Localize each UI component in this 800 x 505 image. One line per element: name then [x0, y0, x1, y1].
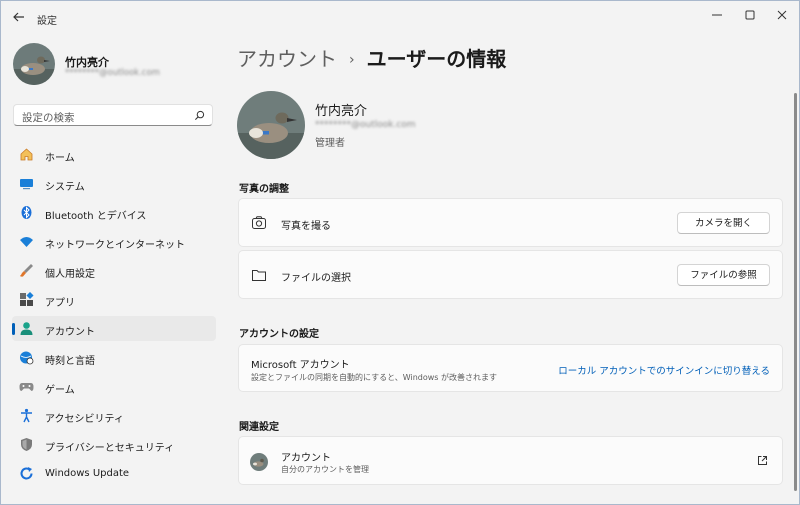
window-title: 設定	[37, 16, 57, 27]
sidebar-item-label: Windows Update	[45, 468, 130, 479]
back-arrow-icon[interactable]	[11, 9, 27, 25]
search-icon[interactable]	[194, 110, 205, 121]
user-email: ********@outlook.com	[315, 120, 416, 130]
sidebar-item-time-language[interactable]: 時刻と言語	[12, 345, 216, 370]
sidebar-item-bluetooth[interactable]: Bluetooth とデバイス	[12, 200, 216, 225]
sidebar-item-privacy[interactable]: プライバシーとセキュリティ	[12, 432, 216, 457]
search-input[interactable]: 設定の検索	[13, 104, 213, 126]
choose-file-label: ファイルの選択	[281, 273, 351, 284]
related-account-subtitle: 自分のアカウントを管理	[281, 465, 369, 474]
account-section-heading: アカウントの設定	[239, 329, 319, 340]
microsoft-account-card: Microsoft アカウント 設定とファイルの同期を自動的にすると、Windo…	[238, 344, 783, 392]
choose-file-card: ファイルの選択 ファイルの参照	[238, 250, 783, 299]
apps-icon	[19, 292, 34, 307]
microsoft-account-title: Microsoft アカウント	[251, 360, 350, 371]
sidebar-item-personalization[interactable]: 個人用設定	[12, 258, 216, 283]
close-button[interactable]	[765, 1, 799, 29]
breadcrumb-separator: ›	[349, 52, 355, 68]
minimize-icon	[712, 14, 722, 16]
globe-clock-icon	[19, 350, 34, 365]
sidebar-item-apps[interactable]: アプリ	[12, 287, 216, 312]
close-icon	[777, 10, 787, 20]
brush-icon	[19, 263, 34, 278]
scrollbar[interactable]	[794, 93, 797, 491]
settings-window: 設定 竹内亮介 ********@outlook.com 設定の検索 ホーム シ…	[0, 0, 800, 505]
duck-avatar-icon	[237, 91, 305, 159]
photo-section-heading: 写真の調整	[239, 184, 289, 195]
sidebar-item-label: 個人用設定	[45, 269, 95, 280]
sidebar-item-label: アカウント	[45, 327, 95, 338]
search-placeholder: 設定の検索	[22, 112, 75, 124]
breadcrumb: アカウント › ユーザーの情報	[237, 43, 506, 72]
wifi-icon	[19, 234, 34, 249]
bluetooth-icon	[19, 205, 34, 220]
system-icon	[19, 176, 34, 191]
related-account-title: アカウント	[281, 453, 331, 464]
sidebar-item-label: ネットワークとインターネット	[45, 240, 185, 251]
profile-email: ********@outlook.com	[65, 68, 160, 78]
sidebar-item-label: アクセシビリティ	[45, 414, 124, 425]
sidebar-item-label: Bluetooth とデバイス	[45, 211, 147, 222]
user-role: 管理者	[315, 138, 345, 149]
gamepad-icon	[19, 379, 34, 394]
sidebar-item-label: ゲーム	[45, 385, 75, 396]
page-title: ユーザーの情報	[366, 47, 507, 71]
take-photo-label: 写真を撮る	[281, 221, 331, 232]
maximize-icon	[745, 10, 755, 20]
update-icon	[19, 466, 34, 481]
sidebar-item-label: アプリ	[45, 298, 75, 309]
home-icon	[19, 147, 34, 162]
maximize-button[interactable]	[733, 1, 767, 29]
duck-avatar-icon	[13, 43, 55, 85]
user-avatar	[237, 91, 305, 159]
title-bar: 設定	[1, 1, 799, 33]
sidebar-item-label: システム	[45, 182, 85, 193]
sidebar-item-network[interactable]: ネットワークとインターネット	[12, 229, 216, 254]
browse-files-button[interactable]: ファイルの参照	[677, 264, 770, 286]
breadcrumb-parent[interactable]: アカウント	[237, 47, 337, 71]
sidebar-item-accounts[interactable]: アカウント	[12, 316, 216, 341]
microsoft-account-subtitle: 設定とファイルの同期を自動的にすると、Windows が改善されます	[251, 373, 498, 382]
related-account-card[interactable]: アカウント 自分のアカウントを管理	[238, 436, 783, 485]
related-section-heading: 関連設定	[239, 422, 279, 433]
sidebar-item-gaming[interactable]: ゲーム	[12, 374, 216, 399]
switch-local-account-link[interactable]: ローカル アカウントでのサインインに切り替える	[558, 363, 770, 377]
sidebar-item-label: ホーム	[45, 153, 75, 164]
sidebar-item-home[interactable]: ホーム	[12, 142, 216, 167]
minimize-button[interactable]	[700, 1, 734, 29]
folder-icon	[251, 267, 267, 283]
profile-avatar[interactable]	[13, 43, 55, 85]
sidebar-nav: ホーム システム Bluetooth とデバイス ネットワークとインターネット …	[12, 142, 216, 490]
open-camera-button[interactable]: カメラを開く	[677, 212, 770, 234]
external-link-icon[interactable]	[757, 455, 768, 466]
sidebar-item-accessibility[interactable]: アクセシビリティ	[12, 403, 216, 428]
sidebar-item-windows-update[interactable]: Windows Update	[12, 461, 216, 486]
sidebar-item-label: 時刻と言語	[45, 356, 95, 367]
account-avatar-icon	[250, 453, 268, 471]
user-name: 竹内亮介	[315, 104, 368, 119]
person-icon	[19, 321, 34, 336]
sidebar-item-system[interactable]: システム	[12, 171, 216, 196]
shield-icon	[19, 437, 34, 452]
camera-icon	[251, 215, 267, 231]
accessibility-icon	[19, 408, 34, 423]
take-photo-card: 写真を撮る カメラを開く	[238, 198, 783, 247]
sidebar-item-label: プライバシーとセキュリティ	[45, 443, 175, 454]
